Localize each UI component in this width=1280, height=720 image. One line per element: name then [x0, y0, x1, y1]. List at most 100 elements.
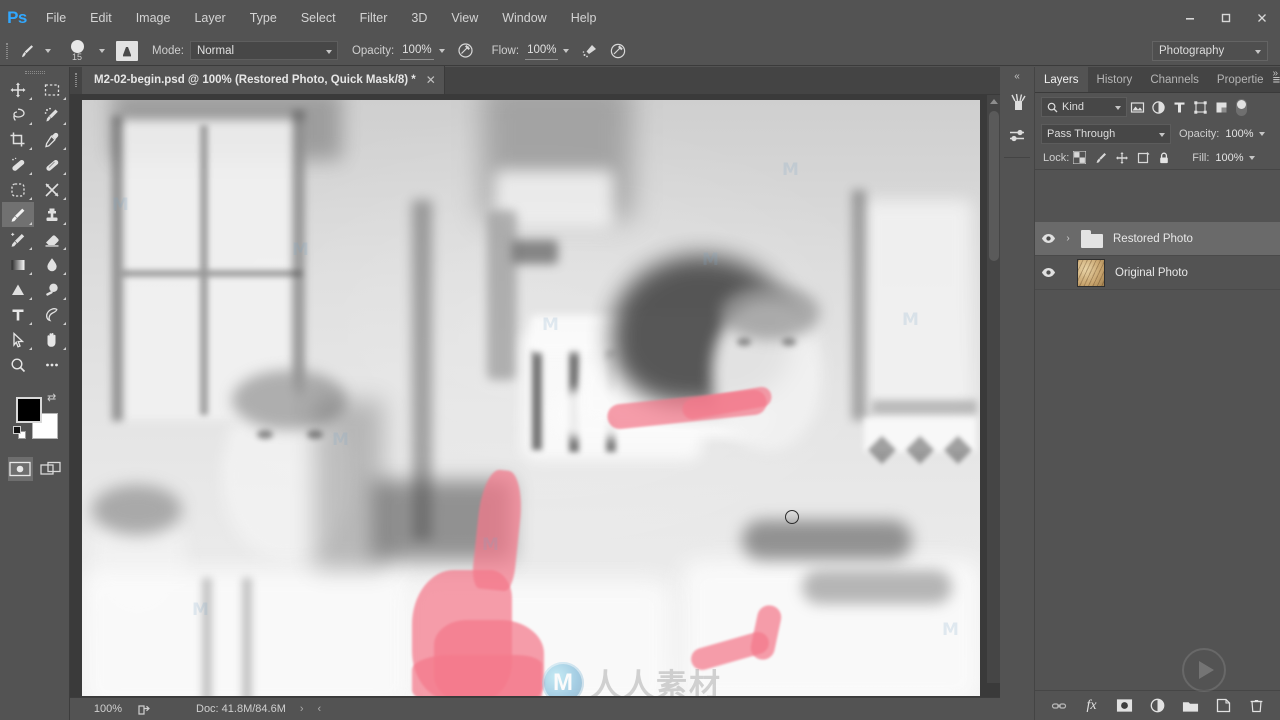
menu-select[interactable]: Select — [289, 0, 348, 36]
lock-position-icon[interactable] — [1111, 148, 1132, 168]
pen-tool[interactable] — [36, 302, 68, 327]
delete-layer-button[interactable] — [1243, 693, 1270, 719]
menu-window[interactable]: Window — [490, 0, 558, 36]
tab-channels[interactable]: Channels — [1141, 67, 1208, 92]
layer-visibility-toggle[interactable] — [1035, 231, 1061, 246]
table-row[interactable]: Original Photo — [1035, 256, 1280, 290]
gradient-tool[interactable] — [2, 252, 34, 277]
blend-mode-select[interactable]: Normal — [189, 41, 338, 60]
patch-tool[interactable] — [2, 177, 34, 202]
foreground-color-swatch[interactable] — [16, 397, 42, 423]
new-adjustment-layer-button[interactable] — [1144, 693, 1171, 719]
menu-layer[interactable]: Layer — [182, 0, 237, 36]
quick-selection-tool[interactable] — [36, 102, 68, 127]
filter-adjustment-layers-icon[interactable] — [1148, 96, 1169, 118]
menu-file[interactable]: File — [34, 0, 78, 36]
canvas-area[interactable]: M M M M M M M M M M M 人人素材 — [70, 95, 1000, 697]
screen-mode-button[interactable] — [39, 457, 64, 481]
lock-transparent-pixels-icon[interactable] — [1069, 148, 1090, 168]
zoom-tool[interactable] — [2, 352, 34, 377]
type-tool[interactable] — [2, 302, 34, 327]
dodge-tool[interactable] — [2, 277, 34, 302]
options-bar-gripper[interactable] — [0, 36, 14, 66]
menu-3d[interactable]: 3D — [399, 0, 439, 36]
scrollbar-thumb[interactable] — [989, 111, 999, 261]
blur-tool[interactable] — [36, 252, 68, 277]
content-aware-move-tool[interactable] — [36, 177, 68, 202]
airbrush-button[interactable] — [578, 38, 602, 64]
tab-history[interactable]: History — [1088, 67, 1142, 92]
menu-image[interactable]: Image — [124, 0, 183, 36]
brush-tool-icon[interactable] — [14, 38, 40, 64]
canvas-vertical-scrollbar[interactable] — [986, 95, 1000, 683]
share-icon[interactable] — [132, 702, 156, 716]
burn-tool[interactable] — [36, 277, 68, 302]
menu-help[interactable]: Help — [559, 0, 609, 36]
zoom-level-field[interactable]: 100% — [84, 703, 132, 715]
close-button[interactable] — [1244, 0, 1280, 36]
tablet-pressure-size-button[interactable] — [116, 40, 138, 61]
filter-enable-toggle[interactable] — [1236, 98, 1247, 116]
opacity-pressure-toggle[interactable] — [454, 38, 478, 64]
lasso-tool[interactable] — [2, 102, 34, 127]
image-canvas[interactable]: M M M M M M M M M M M 人人素材 — [82, 100, 980, 696]
clone-stamp-tool[interactable] — [36, 202, 68, 227]
default-colors-button[interactable] — [13, 426, 27, 440]
filter-shape-layers-icon[interactable] — [1190, 96, 1211, 118]
lock-all-icon[interactable] — [1153, 148, 1174, 168]
swap-colors-icon[interactable]: ⇄ — [47, 391, 56, 404]
rectangular-marquee-tool[interactable] — [36, 77, 68, 102]
document-tab-close-icon[interactable]: ✕ — [426, 73, 436, 87]
menu-view[interactable]: View — [439, 0, 490, 36]
brush-settings-panel-icon[interactable] — [1000, 119, 1035, 153]
link-layers-button[interactable] — [1045, 693, 1072, 719]
tab-properties[interactable]: Propertie — [1208, 67, 1273, 92]
flow-input[interactable]: 100% — [525, 41, 559, 60]
opacity-input[interactable]: 100% — [400, 41, 434, 60]
brushes-panel-icon[interactable] — [1000, 85, 1035, 119]
history-brush-tool[interactable] — [2, 227, 34, 252]
fill-caret[interactable] — [1244, 145, 1260, 171]
workspace-select[interactable]: Photography — [1152, 40, 1268, 61]
new-group-button[interactable] — [1177, 693, 1204, 719]
maximize-button[interactable] — [1208, 0, 1244, 36]
menu-type[interactable]: Type — [238, 0, 289, 36]
smoothing-options-button[interactable] — [606, 38, 630, 64]
status-next-arrow[interactable]: › — [300, 703, 304, 715]
document-size-info[interactable]: Doc: 41.8M/84.6M — [196, 703, 286, 715]
eyedropper-tool[interactable] — [36, 127, 68, 152]
new-layer-button[interactable] — [1210, 693, 1237, 719]
brush-settings-caret[interactable] — [94, 38, 110, 64]
flow-slider-caret[interactable] — [558, 38, 574, 64]
filter-smart-object-layers-icon[interactable] — [1211, 96, 1232, 118]
chevron-right-icon[interactable]: › — [1061, 233, 1075, 244]
hand-tool[interactable] — [36, 327, 68, 352]
layer-filter-kind-select[interactable]: Kind — [1041, 97, 1127, 117]
tools-panel-gripper[interactable] — [0, 67, 69, 77]
brush-preset-picker-caret[interactable] — [40, 38, 56, 64]
filter-pixel-layers-icon[interactable] — [1127, 96, 1148, 118]
tab-layers[interactable]: Layers — [1035, 67, 1088, 92]
table-row[interactable]: › Restored Photo — [1035, 222, 1280, 256]
layer-opacity-value[interactable]: 100% — [1225, 128, 1253, 140]
eraser-tool[interactable] — [36, 227, 68, 252]
minimize-button[interactable] — [1172, 0, 1208, 36]
tab-bar-gripper[interactable] — [70, 66, 82, 94]
add-layer-mask-button[interactable] — [1111, 693, 1138, 719]
menu-edit[interactable]: Edit — [78, 0, 124, 36]
panel-collapse-button[interactable]: » — [1272, 68, 1278, 79]
edit-toolbar-tool[interactable] — [36, 352, 68, 377]
scroll-up-arrow-icon[interactable] — [990, 99, 998, 104]
opacity-slider-caret[interactable] — [434, 38, 450, 64]
move-tool[interactable] — [2, 77, 34, 102]
layer-style-button[interactable]: fx — [1078, 693, 1105, 719]
layer-blend-mode-select[interactable]: Pass Through — [1041, 123, 1171, 144]
path-selection-tool[interactable] — [2, 327, 34, 352]
brush-size-preview[interactable]: 15 — [60, 36, 94, 66]
menu-filter[interactable]: Filter — [348, 0, 400, 36]
layer-visibility-toggle[interactable] — [1035, 265, 1061, 280]
spot-healing-brush-tool[interactable] — [2, 152, 34, 177]
brush-tool[interactable] — [2, 202, 34, 227]
quick-mask-mode-button[interactable] — [8, 457, 33, 481]
filter-type-layers-icon[interactable] — [1169, 96, 1190, 118]
